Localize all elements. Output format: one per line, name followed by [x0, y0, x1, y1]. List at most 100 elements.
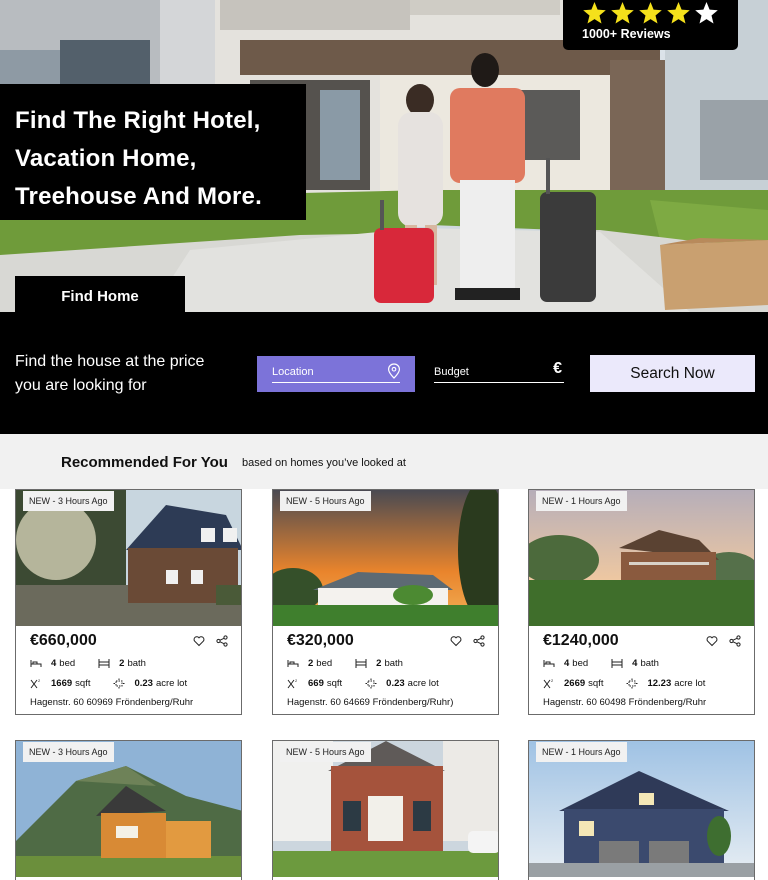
svg-text:2: 2	[38, 678, 41, 683]
listing-card[interactable]: NEW - 5 Hours Ago €320,000 2 bed 2 bath 2 …	[272, 489, 499, 715]
bath-icon	[98, 659, 110, 668]
sqft-icon: 2	[543, 678, 554, 689]
listing-sqft: 1669	[51, 678, 73, 689]
search-bar: Find the house at the price you are look…	[0, 312, 768, 434]
heart-icon[interactable]	[706, 635, 718, 647]
listing-tag: NEW - 3 Hours Ago	[23, 491, 114, 511]
bed-icon	[30, 660, 42, 667]
star-icon	[611, 2, 634, 24]
listing-tag: NEW - 3 Hours Ago	[23, 742, 114, 762]
lot-unit: acre lot	[155, 678, 188, 689]
sqft-icon: 2	[30, 678, 41, 689]
share-icon[interactable]	[729, 635, 741, 647]
search-prompt: Find the house at the price you are look…	[15, 353, 205, 394]
bath-unit: bath	[384, 658, 403, 669]
headline-line-1: Find The Right Hotel,	[15, 107, 261, 134]
svg-text:2: 2	[295, 678, 298, 683]
budget-input[interactable]: Budget €	[434, 356, 564, 392]
budget-placeholder: Budget	[434, 366, 469, 378]
listing-actions	[706, 635, 741, 647]
heart-icon[interactable]	[450, 635, 462, 647]
listing-rooms: 4 bed 4 bath	[543, 658, 659, 669]
sqft-unit: sqft	[588, 678, 604, 689]
lot-icon	[365, 678, 377, 689]
location-placeholder: Location	[272, 366, 314, 378]
listing-area: 2 1669 sqft 0.23 acre lot	[30, 678, 187, 689]
star-icon	[583, 2, 606, 24]
listing-address: Hagenstr. 60 60969 Fröndenberg/Ruhr	[30, 697, 194, 708]
sqft-icon: 2	[287, 678, 298, 689]
listing-card[interactable]: NEW - 5 Hours Ago	[272, 740, 499, 880]
reviews-count: 1000+ Reviews	[582, 27, 671, 41]
lot-unit: acre lot	[407, 678, 439, 689]
listing-price: €320,000	[287, 632, 354, 649]
listing-actions	[450, 635, 485, 647]
listing-lot: 0.23	[134, 678, 153, 689]
find-home-button[interactable]: Find Home	[15, 276, 185, 312]
listing-card[interactable]: NEW - 1 Hours Ago	[528, 740, 755, 880]
location-input[interactable]: Location	[257, 356, 415, 392]
listing-address: Hagenstr. 60 60498 Fröndenberg/Ruhr	[543, 697, 707, 708]
share-icon[interactable]	[473, 635, 485, 647]
listing-tag: NEW - 1 Hours Ago	[536, 742, 627, 762]
sqft-unit: sqft	[75, 678, 91, 689]
star-icon	[639, 2, 662, 24]
listing-tag: NEW - 5 Hours Ago	[280, 491, 371, 511]
recommended-header: Recommended For You based on homes you’v…	[0, 434, 768, 489]
listing-card[interactable]: NEW - 1 Hours Ago €1240,000 4 bed 4 bath 2…	[528, 489, 755, 715]
star-icon	[695, 2, 718, 24]
svg-text:2: 2	[551, 678, 554, 683]
bath-unit: bath	[127, 658, 146, 669]
budget-underline	[434, 382, 564, 383]
lot-unit: acre lot	[674, 678, 706, 689]
listing-area: 2 669 sqft 0.23 acre lot	[287, 678, 439, 689]
euro-icon: €	[553, 360, 562, 377]
listing-tag: NEW - 5 Hours Ago	[280, 742, 371, 762]
listing-lot: 0.23	[386, 678, 405, 689]
search-now-button[interactable]: Search Now	[590, 355, 755, 392]
reviews-badge: 1000+ Reviews	[563, 0, 738, 50]
listing-area: 2 2669 sqft 12.23 acre lot	[543, 678, 705, 689]
rating-stars	[582, 0, 738, 26]
lot-icon	[626, 678, 638, 689]
bath-icon	[611, 659, 623, 668]
listing-price: €660,000	[30, 632, 97, 649]
bath-icon	[355, 659, 367, 668]
location-pin-icon	[387, 363, 401, 379]
headline-line-2: Vacation Home,	[15, 145, 197, 172]
bed-unit: bed	[572, 658, 589, 669]
listing-actions	[193, 635, 228, 647]
listing-beds: 4	[564, 658, 570, 669]
listing-card[interactable]: NEW - 3 Hours Ago €660,000 4 bed 2 bath 2 …	[15, 489, 242, 715]
star-icon	[667, 2, 690, 24]
recommended-subtitle: based on homes you’ve looked at	[242, 457, 406, 469]
listing-sqft: 669	[308, 678, 324, 689]
listing-address: Hagenstr. 60 64669 Fröndenberg/Ruhr)	[287, 697, 454, 708]
location-underline	[272, 382, 400, 383]
recommended-title: Recommended For You	[61, 454, 228, 471]
listing-baths: 2	[376, 658, 382, 669]
listing-card[interactable]: NEW - 3 Hours Ago	[15, 740, 242, 880]
share-icon[interactable]	[216, 635, 228, 647]
listing-price: €1240,000	[543, 632, 619, 649]
listing-beds: 2	[308, 658, 314, 669]
lot-icon	[113, 678, 125, 689]
hero-headline: Find The Right Hotel, Vacation Home, Tre…	[0, 84, 306, 220]
listing-sqft: 2669	[564, 678, 586, 689]
hero-banner: Find The Right Hotel, Vacation Home, Tre…	[0, 0, 768, 312]
heart-icon[interactable]	[193, 635, 205, 647]
sqft-unit: sqft	[326, 678, 343, 689]
bath-unit: bath	[640, 658, 659, 669]
listing-rooms: 2 bed 2 bath	[287, 658, 403, 669]
bed-icon	[287, 660, 299, 667]
listing-lot: 12.23	[647, 678, 672, 689]
bed-icon	[543, 660, 555, 667]
bed-unit: bed	[59, 658, 76, 669]
listing-beds: 4	[51, 658, 57, 669]
listing-tag: NEW - 1 Hours Ago	[536, 491, 627, 511]
headline-line-3: Treehouse And More.	[15, 183, 262, 210]
listing-baths: 4	[632, 658, 638, 669]
listing-baths: 2	[119, 658, 125, 669]
listing-rooms: 4 bed 2 bath	[30, 658, 146, 669]
bed-unit: bed	[316, 658, 333, 669]
